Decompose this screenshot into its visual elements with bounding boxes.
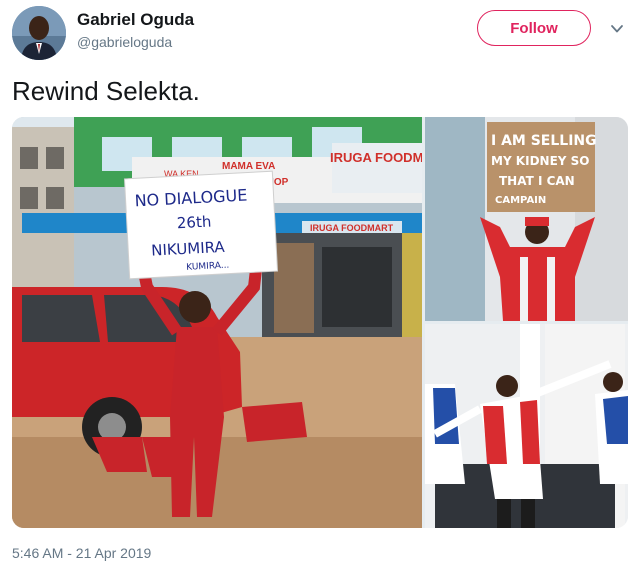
- follow-button[interactable]: Follow: [477, 10, 591, 46]
- timestamp[interactable]: 5:46 AM - 21 Apr 2019: [12, 545, 151, 561]
- photo-bottom-right[interactable]: [425, 324, 628, 528]
- placard-tr-line-1: I AM SELLING: [491, 133, 597, 149]
- awning-text: IRUGA FOODMART: [310, 223, 394, 233]
- placard-tr-line-2: MY KIDNEY SO: [491, 154, 589, 168]
- tweet-media[interactable]: MAMA EVA WA KEN SHOP IRUGA FOODMART IRUG…: [12, 117, 628, 528]
- avatar[interactable]: [12, 6, 66, 60]
- user-handle[interactable]: @gabrieloguda: [77, 34, 172, 50]
- display-name[interactable]: Gabriel Oguda: [77, 10, 194, 30]
- photo-top-right[interactable]: I AM SELLING MY KIDNEY SO THAT I CAN CAM…: [425, 117, 628, 321]
- chevron-down-icon[interactable]: [610, 22, 624, 36]
- sign-text-mama-eva: MAMA EVA: [222, 161, 275, 172]
- photo-main-image: MAMA EVA WA KEN SHOP IRUGA FOODMART IRUG…: [12, 117, 422, 528]
- photo-top-right-image: I AM SELLING MY KIDNEY SO THAT I CAN CAM…: [425, 117, 628, 321]
- placard-tr-line-3: THAT I CAN: [499, 174, 575, 188]
- tweet-text: Rewind Selekta.: [12, 76, 200, 106]
- avatar-image: [12, 6, 66, 60]
- placard-line-2: 26th: [176, 212, 211, 232]
- photo-bottom-right-image: [425, 324, 628, 528]
- placard-tr-line-4: CAMPAIN: [495, 195, 546, 206]
- sign-text-iruga-foodmart: IRUGA FOODMART: [330, 150, 422, 165]
- photo-main[interactable]: MAMA EVA WA KEN SHOP IRUGA FOODMART IRUG…: [12, 117, 422, 528]
